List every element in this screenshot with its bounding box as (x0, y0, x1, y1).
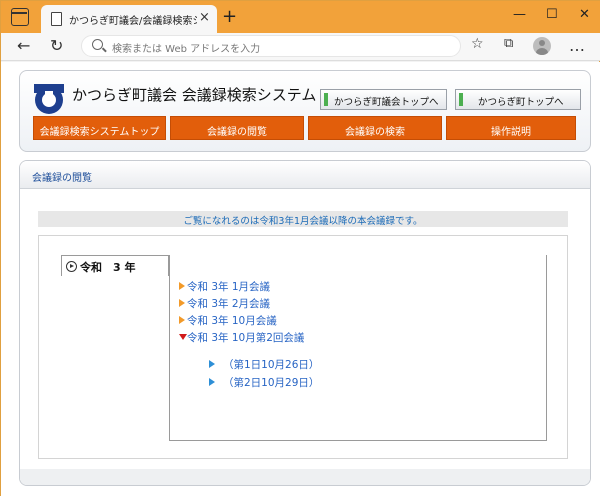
link-marker (459, 93, 463, 106)
expand-circle-icon (66, 261, 77, 272)
browser-window: かつらぎ町議会/会議録検索システム × + — ☐ ✕ ← ↻ 検索または We… (0, 0, 600, 496)
minimize-button[interactable]: — (513, 7, 526, 22)
collapsed-triangle-icon (179, 316, 185, 324)
favorites-icon[interactable]: ☆ (471, 36, 484, 52)
more-icon[interactable]: … (569, 36, 585, 55)
browse-panel: 会議録の閲覧 ご覧になれるのは令和3年1月会議以降の本会議録です。 令和 3 年… (19, 160, 591, 486)
town-top-label: かつらぎ町トップへ (478, 97, 564, 108)
meeting-item-expanded[interactable]: 令和 3年 10月第2回会議 (179, 330, 304, 345)
availability-notice: ご覧になれるのは令和3年1月会議以降の本会議録です。 (38, 211, 568, 227)
tab-close-icon[interactable]: × (199, 10, 210, 25)
browser-toolbar: ← ↻ 検索または Web アドレスを入力 ☆ ⧉ … (1, 33, 600, 61)
tab-actions-icon[interactable] (11, 8, 29, 26)
session-label: （第2日10月29日） (223, 377, 320, 389)
profile-avatar[interactable] (533, 37, 551, 55)
site-title: かつらぎ町議会 会議録検索システム (72, 86, 317, 104)
meeting-label: 令和 3年 2月会議 (187, 298, 271, 310)
panel-title: 会議録の閲覧 (32, 173, 92, 184)
tab-title: かつらぎ町議会/会議録検索システム (69, 16, 197, 27)
web-page: かつらぎ町議会 会議録検索システム かつらぎ町議会トップへ かつらぎ町トップへ … (1, 62, 600, 496)
search-icon (92, 39, 103, 50)
play-triangle-icon (209, 360, 215, 368)
council-top-link[interactable]: かつらぎ町議会トップへ (320, 89, 447, 110)
nav-search-records[interactable]: 会議録の検索 (308, 116, 442, 140)
session-label: （第1日10月26日） (223, 359, 320, 371)
browser-tab[interactable]: かつらぎ町議会/会議録検索システム × (41, 5, 217, 33)
address-placeholder: 検索または Web アドレスを入力 (112, 44, 261, 55)
collections-icon[interactable]: ⧉ (504, 36, 513, 51)
panel-header: 会議録の閲覧 (20, 161, 590, 189)
site-header: かつらぎ町議会 会議録検索システム かつらぎ町議会トップへ かつらぎ町トップへ … (19, 70, 591, 152)
meeting-label: 令和 3年 1月会議 (187, 281, 271, 293)
address-bar[interactable]: 検索または Web アドレスを入力 (81, 35, 461, 57)
play-triangle-icon (209, 378, 215, 386)
year-label: 令和 3 年 (80, 261, 136, 274)
meeting-item[interactable]: 令和 3年 10月会議 (179, 313, 277, 328)
expanded-triangle-icon (179, 334, 187, 340)
reload-icon[interactable]: ↻ (50, 36, 63, 55)
back-icon[interactable]: ← (17, 36, 30, 55)
maximize-button[interactable]: ☐ (546, 7, 558, 22)
meeting-label: 令和 3年 10月第2回会議 (187, 332, 305, 344)
link-marker (324, 93, 328, 106)
town-top-link[interactable]: かつらぎ町トップへ (455, 89, 581, 110)
meeting-item[interactable]: 令和 3年 1月会議 (179, 279, 270, 294)
year-toggle[interactable]: 令和 3 年 (61, 255, 169, 276)
town-logo-icon (34, 84, 64, 114)
nav-browse-records[interactable]: 会議録の閲覧 (170, 116, 304, 140)
new-tab-button[interactable]: + (222, 6, 237, 27)
collapsed-triangle-icon (179, 299, 185, 307)
tab-bar: かつらぎ町議会/会議録検索システム × + — ☐ ✕ (1, 1, 600, 33)
nav-help[interactable]: 操作説明 (446, 116, 576, 140)
council-top-label: かつらぎ町議会トップへ (334, 97, 439, 108)
page-icon (51, 12, 62, 26)
session-item[interactable]: （第2日10月29日） (209, 375, 319, 390)
panel-footer (20, 469, 590, 485)
record-list: 令和 3 年 令和 3年 1月会議 令和 3年 2月会議 令和 3年 10月会議… (38, 235, 568, 459)
close-window-button[interactable]: ✕ (579, 7, 590, 22)
session-item[interactable]: （第1日10月26日） (209, 357, 319, 372)
nav-search-system-top[interactable]: 会議録検索システムトップ (33, 116, 166, 140)
meeting-label: 令和 3年 10月会議 (187, 315, 277, 327)
collapsed-triangle-icon (179, 282, 185, 290)
meeting-item[interactable]: 令和 3年 2月会議 (179, 296, 270, 311)
